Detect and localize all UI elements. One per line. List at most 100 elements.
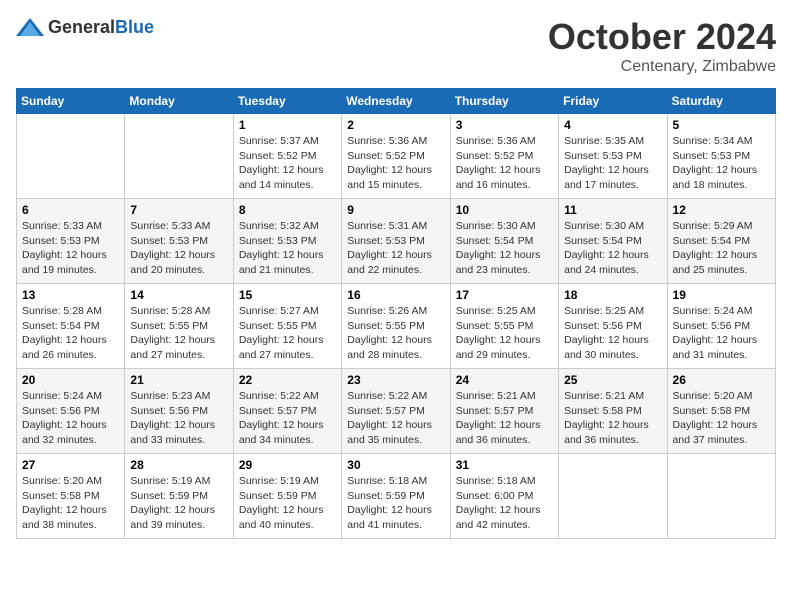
calendar-cell: 22 Sunrise: 5:22 AM Sunset: 5:57 PM Dayli… (233, 369, 341, 454)
calendar-cell: 20Sunrise: 5:24 AM Sunset: 5:56 PM Dayli… (17, 369, 125, 454)
day-number: 18 (564, 288, 661, 302)
day-number: 7 (130, 203, 227, 217)
calendar-cell: 1 Sunrise: 5:37 AM Sunset: 5:52 PM Daylig… (233, 114, 341, 199)
calendar-cell: 21 Sunrise: 5:23 AM Sunset: 5:56 PM Dayli… (125, 369, 233, 454)
day-number: 3 (456, 118, 553, 132)
day-number: 28 (130, 458, 227, 472)
day-info: Sunrise: 5:21 AM Sunset: 5:57 PM Dayligh… (456, 389, 553, 448)
day-info: Sunrise: 5:19 AM Sunset: 5:59 PM Dayligh… (239, 474, 336, 533)
day-number: 26 (673, 373, 770, 387)
day-info: Sunrise: 5:22 AM Sunset: 5:57 PM Dayligh… (347, 389, 444, 448)
day-info: Sunrise: 5:33 AM Sunset: 5:53 PM Dayligh… (130, 219, 227, 278)
weekday-header: Thursday (450, 89, 558, 114)
location-title: Centenary, Zimbabwe (548, 58, 776, 76)
day-number: 20 (22, 373, 119, 387)
day-number: 10 (456, 203, 553, 217)
calendar-cell: 10Sunrise: 5:30 AM Sunset: 5:54 PM Dayli… (450, 199, 558, 284)
day-number: 23 (347, 373, 444, 387)
calendar-cell: 5Sunrise: 5:34 AM Sunset: 5:53 PM Daylig… (667, 114, 775, 199)
day-number: 16 (347, 288, 444, 302)
day-number: 15 (239, 288, 336, 302)
calendar-cell: 30 Sunrise: 5:18 AM Sunset: 5:59 PM Dayli… (342, 454, 450, 539)
day-info: Sunrise: 5:20 AM Sunset: 5:58 PM Dayligh… (22, 474, 119, 533)
day-info: Sunrise: 5:28 AM Sunset: 5:54 PM Dayligh… (22, 304, 119, 363)
calendar-cell: 9 Sunrise: 5:31 AM Sunset: 5:53 PM Daylig… (342, 199, 450, 284)
calendar-week-row: 1 Sunrise: 5:37 AM Sunset: 5:52 PM Daylig… (17, 114, 776, 199)
day-number: 30 (347, 458, 444, 472)
logo: GeneralBlue (16, 16, 154, 38)
calendar-cell: 25Sunrise: 5:21 AM Sunset: 5:58 PM Dayli… (559, 369, 667, 454)
calendar-header-row: SundayMondayTuesdayWednesdayThursdayFrid… (17, 89, 776, 114)
calendar-cell: 31 Sunrise: 5:18 AM Sunset: 6:00 PM Dayli… (450, 454, 558, 539)
day-number: 17 (456, 288, 553, 302)
calendar-cell: 2 Sunrise: 5:36 AM Sunset: 5:52 PM Daylig… (342, 114, 450, 199)
day-info: Sunrise: 5:18 AM Sunset: 5:59 PM Dayligh… (347, 474, 444, 533)
weekday-header: Saturday (667, 89, 775, 114)
day-number: 25 (564, 373, 661, 387)
day-info: Sunrise: 5:36 AM Sunset: 5:52 PM Dayligh… (347, 134, 444, 193)
calendar-cell: 24Sunrise: 5:21 AM Sunset: 5:57 PM Dayli… (450, 369, 558, 454)
day-number: 13 (22, 288, 119, 302)
weekday-header: Sunday (17, 89, 125, 114)
calendar-cell: 3 Sunrise: 5:36 AM Sunset: 5:52 PM Daylig… (450, 114, 558, 199)
day-number: 19 (673, 288, 770, 302)
calendar-cell: 18 Sunrise: 5:25 AM Sunset: 5:56 PM Dayli… (559, 284, 667, 369)
day-number: 29 (239, 458, 336, 472)
calendar-cell: 26 Sunrise: 5:20 AM Sunset: 5:58 PM Dayli… (667, 369, 775, 454)
calendar-cell: 19 Sunrise: 5:24 AM Sunset: 5:56 PM Dayli… (667, 284, 775, 369)
weekday-header: Monday (125, 89, 233, 114)
calendar-cell (667, 454, 775, 539)
day-number: 8 (239, 203, 336, 217)
day-number: 21 (130, 373, 227, 387)
calendar-cell (125, 114, 233, 199)
calendar-cell: 8 Sunrise: 5:32 AM Sunset: 5:53 PM Daylig… (233, 199, 341, 284)
calendar-week-row: 20Sunrise: 5:24 AM Sunset: 5:56 PM Dayli… (17, 369, 776, 454)
day-number: 5 (673, 118, 770, 132)
calendar-cell: 15Sunrise: 5:27 AM Sunset: 5:55 PM Dayli… (233, 284, 341, 369)
header: GeneralBlue October 2024 Centenary, Zimb… (16, 16, 776, 76)
day-info: Sunrise: 5:18 AM Sunset: 6:00 PM Dayligh… (456, 474, 553, 533)
day-info: Sunrise: 5:37 AM Sunset: 5:52 PM Dayligh… (239, 134, 336, 193)
day-info: Sunrise: 5:31 AM Sunset: 5:53 PM Dayligh… (347, 219, 444, 278)
calendar-cell: 29 Sunrise: 5:19 AM Sunset: 5:59 PM Dayli… (233, 454, 341, 539)
calendar-cell: 6Sunrise: 5:33 AM Sunset: 5:53 PM Daylig… (17, 199, 125, 284)
day-info: Sunrise: 5:36 AM Sunset: 5:52 PM Dayligh… (456, 134, 553, 193)
day-info: Sunrise: 5:22 AM Sunset: 5:57 PM Dayligh… (239, 389, 336, 448)
day-number: 22 (239, 373, 336, 387)
day-number: 2 (347, 118, 444, 132)
day-info: Sunrise: 5:35 AM Sunset: 5:53 PM Dayligh… (564, 134, 661, 193)
month-title: October 2024 (548, 16, 776, 58)
calendar-week-row: 13 Sunrise: 5:28 AM Sunset: 5:54 PM Dayli… (17, 284, 776, 369)
day-number: 4 (564, 118, 661, 132)
weekday-header: Friday (559, 89, 667, 114)
weekday-header: Tuesday (233, 89, 341, 114)
calendar-cell: 7 Sunrise: 5:33 AM Sunset: 5:53 PM Daylig… (125, 199, 233, 284)
day-info: Sunrise: 5:25 AM Sunset: 5:55 PM Dayligh… (456, 304, 553, 363)
calendar-cell: 13 Sunrise: 5:28 AM Sunset: 5:54 PM Dayli… (17, 284, 125, 369)
calendar-cell: 23 Sunrise: 5:22 AM Sunset: 5:57 PM Dayli… (342, 369, 450, 454)
day-info: Sunrise: 5:25 AM Sunset: 5:56 PM Dayligh… (564, 304, 661, 363)
calendar-cell: 4 Sunrise: 5:35 AM Sunset: 5:53 PM Daylig… (559, 114, 667, 199)
weekday-header: Wednesday (342, 89, 450, 114)
day-info: Sunrise: 5:29 AM Sunset: 5:54 PM Dayligh… (673, 219, 770, 278)
day-number: 31 (456, 458, 553, 472)
logo-icon (16, 16, 44, 38)
calendar-cell: 14Sunrise: 5:28 AM Sunset: 5:55 PM Dayli… (125, 284, 233, 369)
logo-blue: Blue (115, 17, 154, 37)
day-info: Sunrise: 5:33 AM Sunset: 5:53 PM Dayligh… (22, 219, 119, 278)
calendar-cell (559, 454, 667, 539)
day-number: 1 (239, 118, 336, 132)
calendar-cell: 27Sunrise: 5:20 AM Sunset: 5:58 PM Dayli… (17, 454, 125, 539)
calendar-cell: 17 Sunrise: 5:25 AM Sunset: 5:55 PM Dayli… (450, 284, 558, 369)
day-number: 12 (673, 203, 770, 217)
day-info: Sunrise: 5:24 AM Sunset: 5:56 PM Dayligh… (673, 304, 770, 363)
logo-general: General (48, 17, 115, 37)
calendar-cell: 12 Sunrise: 5:29 AM Sunset: 5:54 PM Dayli… (667, 199, 775, 284)
day-info: Sunrise: 5:32 AM Sunset: 5:53 PM Dayligh… (239, 219, 336, 278)
day-number: 11 (564, 203, 661, 217)
calendar-cell: 16Sunrise: 5:26 AM Sunset: 5:55 PM Dayli… (342, 284, 450, 369)
day-info: Sunrise: 5:30 AM Sunset: 5:54 PM Dayligh… (564, 219, 661, 278)
day-info: Sunrise: 5:23 AM Sunset: 5:56 PM Dayligh… (130, 389, 227, 448)
day-info: Sunrise: 5:20 AM Sunset: 5:58 PM Dayligh… (673, 389, 770, 448)
day-number: 9 (347, 203, 444, 217)
